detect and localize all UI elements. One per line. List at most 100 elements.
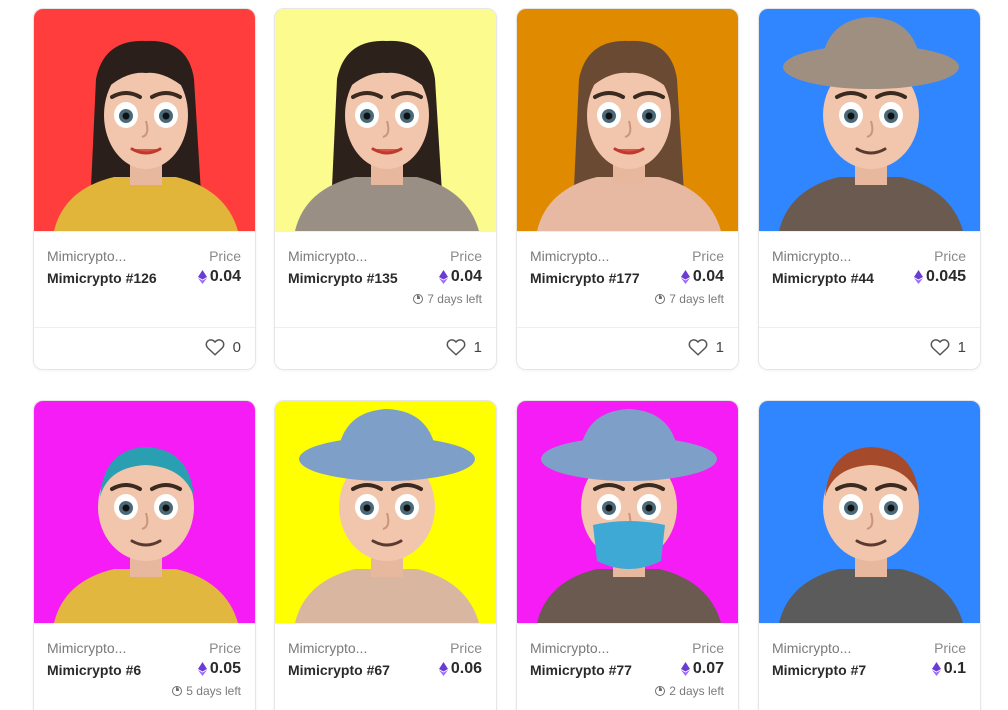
price-value: 0.06 <box>450 660 482 677</box>
nft-name[interactable]: Mimicrypto #67 <box>288 660 390 680</box>
card-info: Mimicrypto... Mimicrypto #44 Price 0.045 <box>759 231 980 327</box>
time-left-text: 5 days left <box>186 684 241 698</box>
nft-name[interactable]: Mimicrypto #44 <box>772 268 882 288</box>
time-left-text: 7 days left <box>427 292 482 306</box>
ethereum-icon <box>197 662 207 676</box>
ethereum-icon <box>438 270 448 284</box>
price: 0.045 <box>913 268 966 286</box>
ethereum-icon <box>913 270 923 284</box>
nft-name[interactable]: Mimicrypto #177 <box>530 268 640 288</box>
nft-card[interactable]: Mimicrypto... Mimicrypto #135 Price 0.04… <box>274 8 497 370</box>
clock-icon <box>655 686 666 696</box>
nft-image[interactable] <box>759 9 980 231</box>
card-info: Mimicrypto... Mimicrypto #6 Price 0.05 5… <box>34 623 255 710</box>
collection-name[interactable]: Mimicrypto... <box>47 248 126 264</box>
price: 0.04 <box>438 268 482 286</box>
heart-icon <box>446 339 466 356</box>
clock-icon <box>655 294 666 304</box>
nft-image[interactable] <box>759 401 980 623</box>
card-footer: 1 <box>517 327 738 369</box>
like-button[interactable]: 1 <box>688 338 724 356</box>
nft-name[interactable]: Mimicrypto #7 <box>772 660 866 680</box>
nft-image[interactable] <box>34 9 255 231</box>
price: 0.04 <box>197 268 241 286</box>
nft-image[interactable] <box>517 401 738 623</box>
heart-icon <box>688 339 708 356</box>
like-count: 1 <box>473 338 482 356</box>
ethereum-icon <box>931 662 941 676</box>
price-value: 0.07 <box>692 660 724 677</box>
price-label: Price <box>209 248 241 264</box>
price: 0.04 <box>680 268 724 286</box>
nft-card[interactable]: Mimicrypto... Mimicrypto #7 Price 0.1 <box>758 400 981 710</box>
nft-card[interactable]: Mimicrypto... Mimicrypto #6 Price 0.05 5… <box>33 400 256 710</box>
collection-name[interactable]: Mimicrypto... <box>772 248 851 264</box>
card-info: Mimicrypto... Mimicrypto #135 Price 0.04… <box>275 231 496 327</box>
nft-image[interactable] <box>517 9 738 231</box>
heart-icon <box>930 339 950 356</box>
card-info: Mimicrypto... Mimicrypto #7 Price 0.1 <box>759 623 980 710</box>
like-count: 1 <box>715 338 724 356</box>
time-left: 2 days left <box>655 684 724 698</box>
ethereum-icon <box>197 270 207 284</box>
price-value: 0.05 <box>209 660 241 677</box>
like-button[interactable]: 1 <box>930 338 966 356</box>
price-value: 0.04 <box>209 268 241 285</box>
price-value: 0.04 <box>450 268 482 285</box>
collection-name[interactable]: Mimicrypto... <box>530 640 609 656</box>
nft-card[interactable]: Mimicrypto... Mimicrypto #77 Price 0.07 … <box>516 400 739 710</box>
card-info: Mimicrypto... Mimicrypto #77 Price 0.07 … <box>517 623 738 710</box>
nft-card[interactable]: Mimicrypto... Mimicrypto #44 Price 0.045… <box>758 8 981 370</box>
price-label: Price <box>934 640 966 656</box>
collection-name[interactable]: Mimicrypto... <box>772 640 851 656</box>
price-value: 0.045 <box>925 268 966 285</box>
like-count: 0 <box>232 338 241 356</box>
heart-icon <box>205 339 225 356</box>
nft-image[interactable] <box>275 9 496 231</box>
card-info: Mimicrypto... Mimicrypto #67 Price 0.06 <box>275 623 496 710</box>
nft-name[interactable]: Mimicrypto #126 <box>47 268 157 288</box>
clock-icon <box>172 686 183 696</box>
time-left: 7 days left <box>413 292 482 306</box>
collection-name[interactable]: Mimicrypto... <box>288 640 367 656</box>
price-value: 0.1 <box>943 660 966 677</box>
card-info: Mimicrypto... Mimicrypto #177 Price 0.04… <box>517 231 738 327</box>
card-footer: 0 <box>34 327 255 369</box>
collection-name[interactable]: Mimicrypto... <box>530 248 609 264</box>
time-left: 5 days left <box>172 684 241 698</box>
time-left-text: 2 days left <box>669 684 724 698</box>
nft-name[interactable]: Mimicrypto #135 <box>288 268 398 288</box>
price-value: 0.04 <box>692 268 724 285</box>
like-button[interactable]: 1 <box>446 338 482 356</box>
card-info: Mimicrypto... Mimicrypto #126 Price 0.04 <box>34 231 255 327</box>
ethereum-icon <box>680 662 690 676</box>
price-label: Price <box>209 640 241 656</box>
nft-card[interactable]: Mimicrypto... Mimicrypto #67 Price 0.06 <box>274 400 497 710</box>
nft-card[interactable]: Mimicrypto... Mimicrypto #177 Price 0.04… <box>516 8 739 370</box>
price: 0.07 <box>680 660 724 678</box>
nft-image[interactable] <box>34 401 255 623</box>
ethereum-icon <box>438 662 448 676</box>
price: 0.06 <box>438 660 482 678</box>
price-label: Price <box>692 248 724 264</box>
card-footer: 1 <box>759 327 980 369</box>
collection-name[interactable]: Mimicrypto... <box>47 640 126 656</box>
price-label: Price <box>450 640 482 656</box>
clock-icon <box>413 294 424 304</box>
price: 0.05 <box>197 660 241 678</box>
collection-name[interactable]: Mimicrypto... <box>288 248 367 264</box>
nft-name[interactable]: Mimicrypto #77 <box>530 660 640 680</box>
price-label: Price <box>692 640 724 656</box>
time-left: 7 days left <box>655 292 724 306</box>
nft-image[interactable] <box>275 401 496 623</box>
like-button[interactable]: 0 <box>205 338 241 356</box>
time-left-text: 7 days left <box>669 292 724 306</box>
price: 0.1 <box>931 660 966 678</box>
price-label: Price <box>934 248 966 264</box>
nft-card[interactable]: Mimicrypto... Mimicrypto #126 Price 0.04… <box>33 8 256 370</box>
price-label: Price <box>450 248 482 264</box>
card-footer: 1 <box>275 327 496 369</box>
ethereum-icon <box>680 270 690 284</box>
like-count: 1 <box>957 338 966 356</box>
nft-name[interactable]: Mimicrypto #6 <box>47 660 141 680</box>
